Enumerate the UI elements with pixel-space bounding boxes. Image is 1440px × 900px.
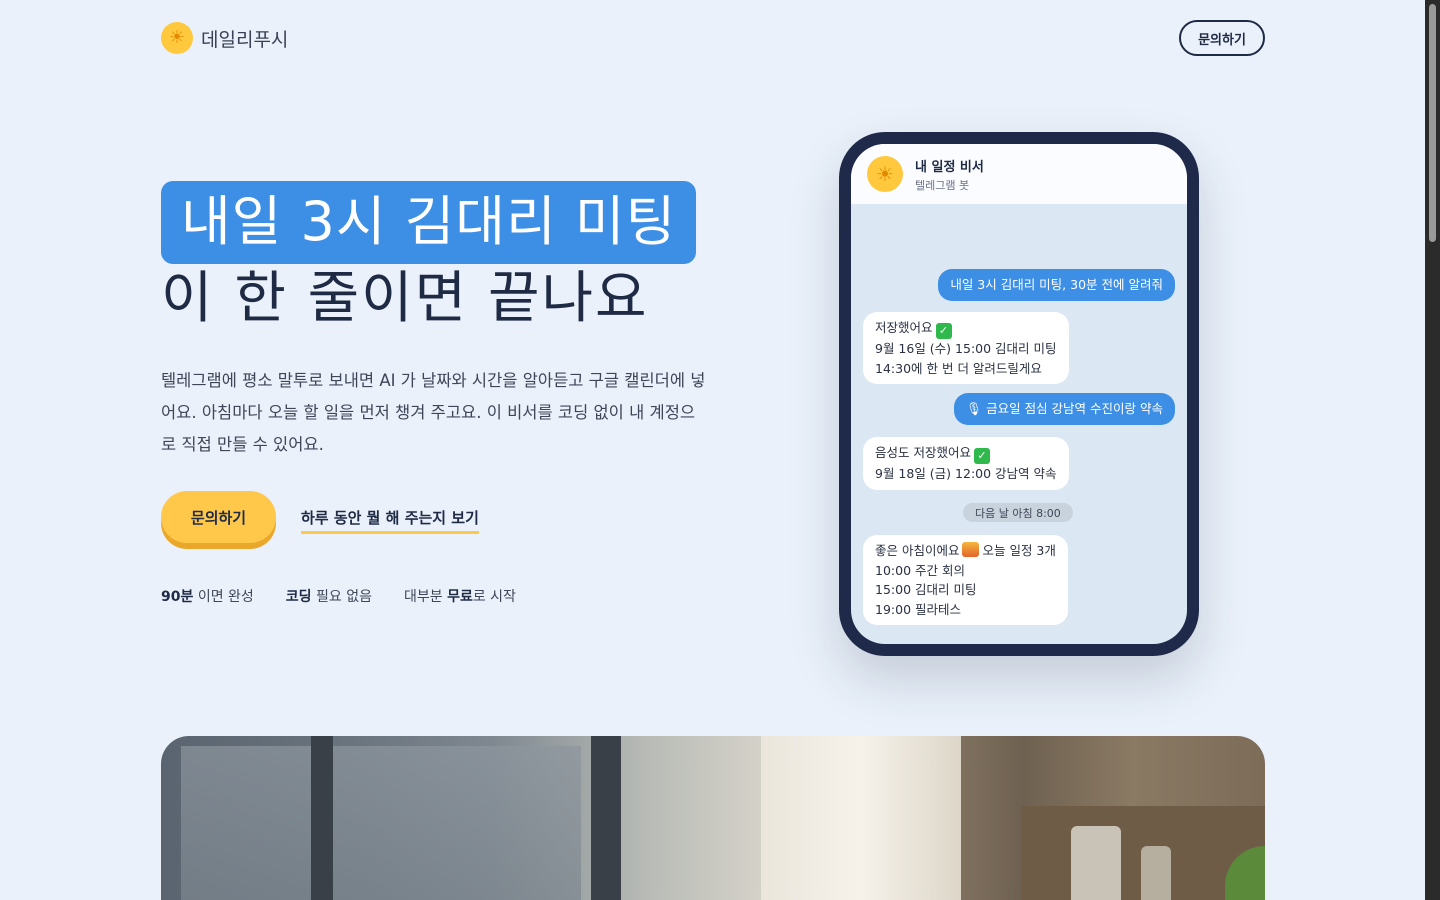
photo-window-view [181, 746, 581, 900]
chat-bubble-in-morning: 좋은 아침이에요 오늘 일정 3개 10:00 주간 회의 15:00 김대리 미… [863, 535, 1068, 625]
chat-header: ☀ 내 일정 비서 텔레그램 봇 [851, 144, 1187, 204]
bot-avatar-sun-icon: ☀ [867, 156, 903, 192]
hero-photo [161, 736, 1265, 900]
hero-description: 텔레그램에 평소 말투로 보내면 AI 가 날짜와 시간을 알아듣고 구글 캘린… [161, 371, 706, 454]
scrollbar-thumb[interactable] [1429, 4, 1436, 242]
headline-highlight: 내일 3시 김대리 미팅 [161, 181, 697, 264]
feature-list: 90분 이면 완성 코딩 필요 없음 대부분 무료로 시작 [161, 586, 516, 606]
contact-button-primary[interactable]: 문의하기 [161, 491, 276, 543]
sun-icon: ☀ [161, 22, 193, 54]
cta-row: 문의하기 하루 동안 뭘 해 주는지 보기 [161, 491, 721, 551]
phone-mockup: ☀ 내 일정 비서 텔레그램 봇 내일 3시 김대리 미팅, 30분 전에 알려… [839, 132, 1199, 656]
feature-free: 대부분 무료로 시작 [403, 589, 516, 605]
chat-screen: ☀ 내 일정 비서 텔레그램 봇 내일 3시 김대리 미팅, 30분 전에 알려… [851, 144, 1187, 644]
headline-rest: 이 한 줄이면 끝나요 [161, 266, 649, 331]
see-day-link[interactable]: 하루 동안 뭘 해 주는지 보기 [301, 507, 479, 534]
chat-bubble-in: 저장했어요 ✓ 9월 16일 (수) 15:00 김대리 미팅 14:30에 한 … [863, 312, 1069, 384]
site-header: ☀ 데일리푸시 문의하기 [161, 20, 1265, 56]
sunrise-icon [962, 542, 980, 557]
hero-section: 내일 3시 김대리 미팅 이 한 줄이면 끝나요 텔레그램에 평소 말투로 보내… [161, 181, 721, 461]
photo-curtain [761, 736, 961, 900]
check-icon: ✓ [935, 323, 952, 339]
brand-name: 데일리푸시 [201, 28, 289, 51]
chat-bubble-out-voice: 🎙 금요일 점심 강남역 수진이랑 약속 [954, 393, 1175, 425]
feature-time: 90분 이면 완성 [161, 589, 254, 605]
bot-name: 내 일정 비서 [915, 159, 984, 175]
bot-subtitle: 텔레그램 봇 [915, 178, 970, 192]
chat-bubble-out: 내일 3시 김대리 미팅, 30분 전에 알려줘 [938, 269, 1175, 301]
date-divider: 다음 날 아침 8:00 [963, 503, 1073, 522]
check-icon: ✓ [973, 448, 990, 464]
contact-button-header[interactable]: 문의하기 [1179, 20, 1265, 56]
brand-logo[interactable]: ☀ 데일리푸시 [161, 22, 288, 54]
microphone-icon: 🎙 [966, 401, 983, 416]
page-scrollbar[interactable] [1425, 0, 1440, 900]
chat-bubble-in: 음성도 저장했어요 ✓ 9월 18일 (금) 12:00 강남역 약속 [863, 437, 1069, 490]
feature-no-code: 코딩 필요 없음 [285, 589, 372, 605]
